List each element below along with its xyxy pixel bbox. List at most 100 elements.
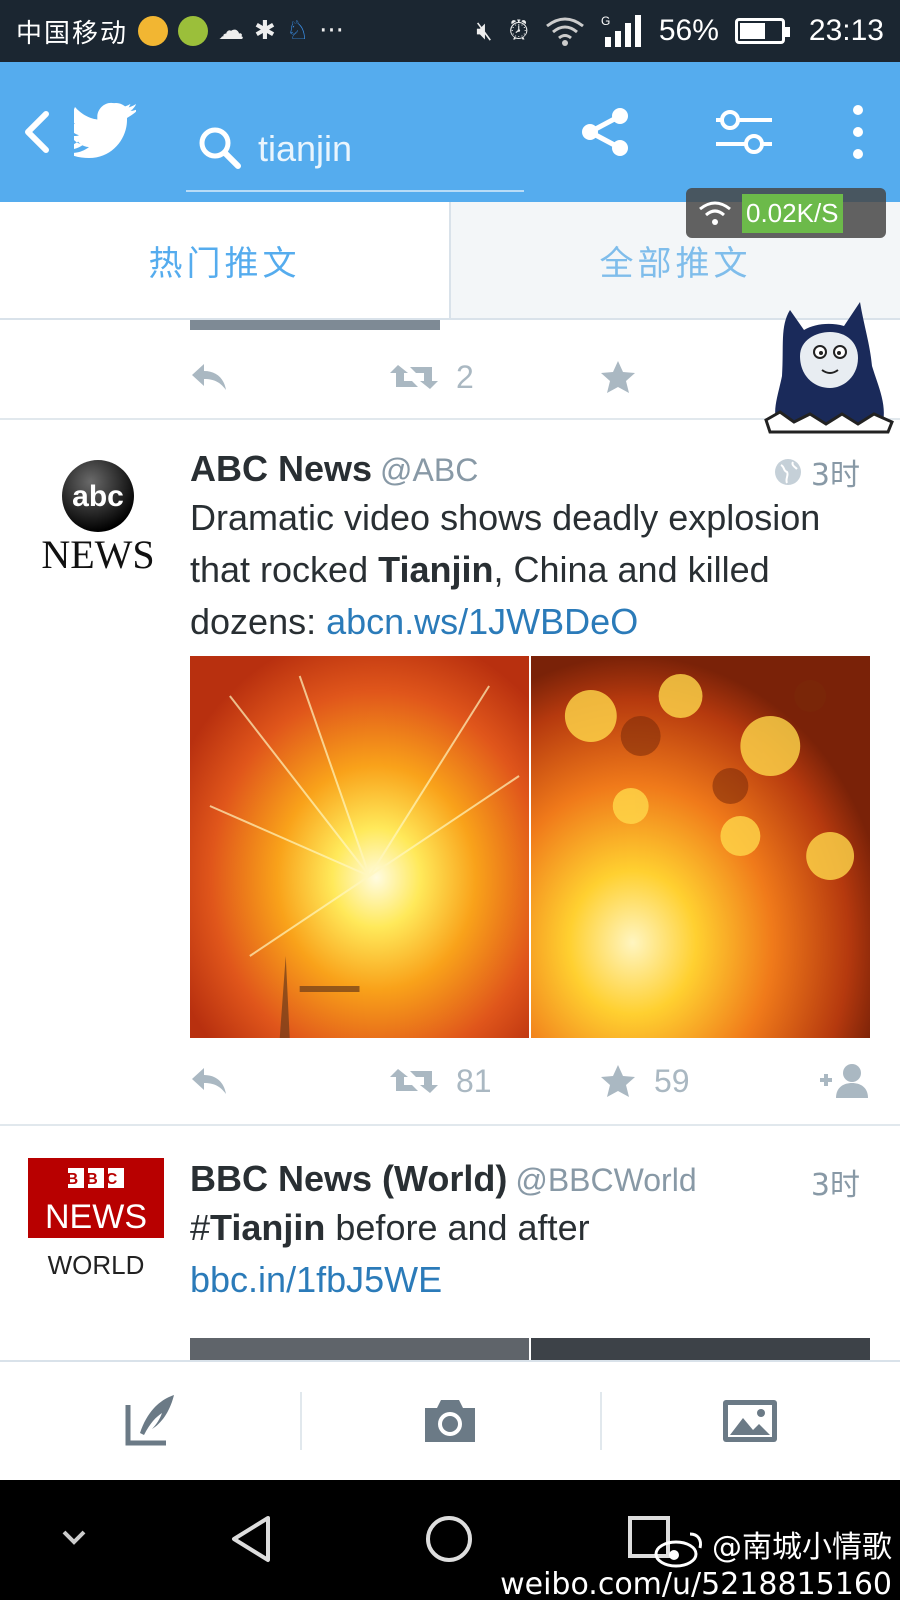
tweet-link[interactable]: abcn.ws/1JWBDeO — [326, 601, 638, 642]
tweet-header: BBC News (World) @BBCWorld 3时 — [190, 1158, 870, 1206]
reply-button[interactable] — [190, 1056, 228, 1106]
wifi-icon — [545, 17, 584, 46]
screen: 中国移动 ☁ ✱ ♘ ··· 🔇︎ ⏰︎ G 56% 23:13 tianjin… — [0, 0, 900, 1600]
svg-text:NEWS: NEWS — [45, 1198, 147, 1236]
watermark-url: weibo.com/u/5218815160 — [500, 1567, 892, 1600]
time-label: 3时 — [810, 458, 860, 493]
explosion-image-left[interactable] — [190, 656, 529, 1038]
weibo-watermark: @南城小情歌 weibo.com/u/5218815160 — [500, 1528, 892, 1600]
watermark-name: @南城小情歌 — [712, 1530, 892, 1565]
after-image[interactable] — [531, 1338, 870, 1360]
bug-icon: ✱ — [254, 16, 276, 46]
filter-settings-icon[interactable] — [714, 108, 774, 156]
svg-text:BBC: BBC — [67, 1171, 126, 1188]
share-icon[interactable] — [580, 106, 630, 158]
tweet-media[interactable] — [190, 656, 870, 1038]
author-handle[interactable]: @BBCWorld — [515, 1162, 696, 1198]
retweet-count: 2 — [456, 358, 474, 395]
abc-news-logo: abc NEWS — [41, 460, 155, 577]
gallery-button[interactable] — [600, 1362, 900, 1480]
compose-tweet-button[interactable] — [0, 1362, 300, 1480]
tab-top-tweets[interactable]: 热门推文 — [0, 202, 449, 318]
search-term-highlight[interactable]: Tianjin — [378, 549, 493, 590]
twitter-bird-icon[interactable] — [74, 102, 136, 158]
signal-icon: G — [601, 14, 641, 47]
tweet-card[interactable]: BBC NEWS WORLD BBC News (World) @BBCWorld… — [0, 1158, 900, 1360]
author-name[interactable]: BBC News (World) — [190, 1158, 507, 1199]
avatar-bbc-news-world[interactable]: BBC NEWS WORLD — [28, 1158, 164, 1286]
favorite-button[interactable]: 59 — [600, 1056, 690, 1106]
floating-mascot-widget[interactable] — [760, 296, 900, 436]
avatar-abc-news[interactable]: abc NEWS — [28, 458, 168, 598]
search-field[interactable]: tianjin — [186, 84, 524, 192]
back-triangle-icon[interactable] — [228, 1514, 274, 1564]
camera-icon — [425, 1400, 475, 1442]
search-query[interactable]: tianjin — [258, 128, 352, 170]
retweet-icon — [390, 1069, 438, 1093]
favorite-count: 59 — [654, 1062, 690, 1099]
tweet-text: #Tianjin before and after bbc.in/1fbJ5WE — [190, 1202, 870, 1306]
battery-icon — [734, 18, 790, 44]
svg-text:WORLD: WORLD — [48, 1250, 145, 1280]
mute-icon: 🔇︎ — [476, 15, 493, 46]
tweet-divider — [0, 1124, 900, 1126]
carrier-label: 中国移动 — [16, 18, 129, 49]
home-circle-icon[interactable] — [424, 1514, 474, 1564]
explosion-photo — [190, 656, 529, 1038]
network-speed-overlay: 0.02K/S — [686, 188, 886, 238]
reply-button[interactable] — [190, 352, 228, 402]
hashtag-tianjin[interactable]: Tianjin — [210, 1207, 325, 1248]
follow-user-icon — [820, 1064, 868, 1098]
retweet-button[interactable]: 2 — [390, 352, 474, 402]
watermark-name-row: @南城小情歌 — [500, 1528, 892, 1568]
before-image[interactable] — [190, 1338, 529, 1360]
app-bar: tianjin — [0, 62, 900, 202]
app-notification-icon — [138, 16, 169, 46]
tweet-link[interactable]: bbc.in/1fbJ5WE — [190, 1259, 442, 1300]
status-bar: 中国移动 ☁ ✱ ♘ ··· 🔇︎ ⏰︎ G 56% 23:13 — [0, 0, 900, 62]
hashtag-symbol[interactable]: # — [190, 1207, 210, 1248]
overflow-menu-icon[interactable] — [848, 104, 868, 160]
qq-icon: ♘ — [285, 16, 310, 46]
clock: 23:13 — [808, 14, 884, 47]
network-speed-value: 0.02K/S — [742, 193, 843, 233]
compose-bar — [0, 1360, 900, 1480]
bbc-news-world-logo: BBC NEWS WORLD — [28, 1158, 164, 1280]
reply-icon — [192, 1068, 226, 1094]
app-notification-icon — [178, 16, 209, 46]
search-icon — [199, 127, 241, 169]
author-name[interactable]: ABC News — [190, 448, 372, 489]
star-icon — [601, 1065, 635, 1097]
compose-feather-icon — [125, 1395, 174, 1446]
alarm-icon: ⏰︎ — [508, 15, 529, 46]
tweet-feed[interactable]: 2 abc NEWS ABC News @ABC 3时 Dramatic vid… — [0, 320, 900, 1360]
explosion-image-right[interactable] — [531, 656, 870, 1038]
camera-button[interactable] — [300, 1362, 600, 1480]
tweet-media[interactable] — [190, 1338, 870, 1360]
tweet-actions: 81 59 — [190, 1056, 870, 1106]
svg-text:abc: abc — [72, 480, 124, 513]
retweet-icon — [390, 365, 438, 389]
more-notifications-icon: ··· — [319, 16, 344, 46]
follow-button[interactable] — [818, 1056, 870, 1106]
back-arrow-icon[interactable] — [18, 110, 58, 154]
svg-text:NEWS: NEWS — [41, 532, 154, 577]
tweet-header: ABC News @ABC 3时 — [190, 448, 870, 496]
retweet-button[interactable]: 81 — [390, 1056, 492, 1106]
hide-keyboard-icon[interactable] — [60, 1526, 88, 1550]
battery-percent: 56% — [658, 14, 719, 47]
explosion-photo — [531, 656, 870, 1038]
tweet-time: 3时 — [811, 1160, 860, 1204]
tweet-card[interactable]: abc NEWS ABC News @ABC 3时 Dramatic video … — [0, 448, 900, 1128]
tweet-time: 3时 — [773, 450, 860, 494]
star-icon — [601, 361, 635, 393]
author-handle[interactable]: @ABC — [380, 452, 478, 488]
reply-icon — [192, 364, 226, 390]
previous-tweet-media[interactable] — [190, 320, 440, 330]
tweet-text: Dramatic video shows deadly explosion th… — [190, 492, 870, 648]
globe-icon — [774, 459, 801, 485]
status-right: 🔇︎ ⏰︎ G 56% 23:13 — [476, 13, 884, 49]
tweet-text-part: before and after — [325, 1207, 590, 1248]
wifi-icon — [699, 201, 731, 225]
favorite-button[interactable] — [600, 352, 636, 402]
